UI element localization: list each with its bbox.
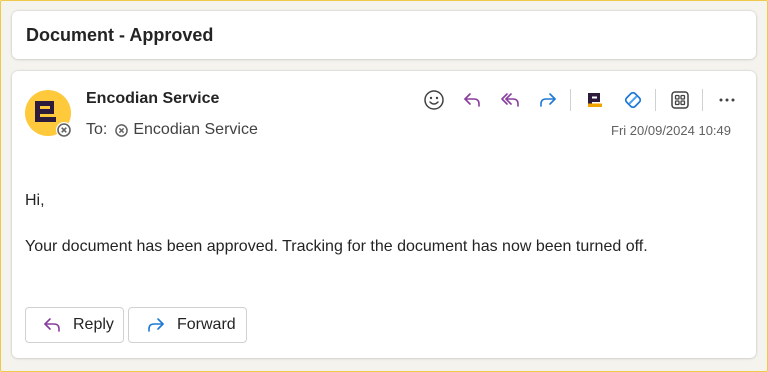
apps-button[interactable] — [666, 87, 694, 113]
toolbar-divider — [702, 89, 703, 111]
reply-button[interactable]: Reply — [25, 307, 124, 343]
window-frame: Document - Approved Encodian Service To: — [0, 0, 768, 372]
encodian-addin-button[interactable] — [581, 87, 609, 113]
encodian-app-icon — [588, 93, 602, 107]
loop-icon — [624, 91, 642, 109]
recipients-row: To: Encodian Service — [86, 121, 258, 139]
body-message: Your document has been approved. Trackin… — [25, 238, 648, 255]
reply-all-icon — [501, 93, 519, 107]
message-toolbar — [420, 87, 751, 113]
forward-label: Forward — [177, 316, 236, 333]
to-label: To: — [86, 121, 108, 138]
more-actions-button[interactable] — [713, 87, 741, 113]
forward-icon — [148, 318, 164, 332]
toolbar-divider — [655, 89, 656, 111]
forward-icon — [540, 93, 556, 107]
sent-date: Fri 20/09/2024 10:49 — [611, 123, 731, 138]
reply-toolbar-button[interactable] — [458, 87, 486, 113]
presence-status-icon — [56, 122, 72, 138]
reply-icon — [44, 318, 60, 332]
forward-button[interactable]: Forward — [128, 307, 247, 343]
more-icon — [719, 98, 735, 102]
reply-label: Reply — [73, 316, 114, 333]
email-message: Encodian Service To: Encodian Service Fr… — [12, 71, 756, 358]
reply-icon — [464, 93, 480, 107]
emoji-icon — [424, 90, 444, 110]
recipient-name[interactable]: Encodian Service — [133, 121, 258, 139]
reply-all-button[interactable] — [496, 87, 524, 113]
toolbar-divider — [570, 89, 571, 111]
email-subject: Document - Approved — [26, 25, 214, 45]
subject-header: Document - Approved — [12, 11, 756, 59]
emoji-button[interactable] — [420, 87, 448, 113]
loop-button[interactable] — [619, 87, 647, 113]
recipient-status-icon — [115, 123, 129, 137]
body-greeting: Hi, — [25, 192, 45, 209]
sender-name[interactable]: Encodian Service — [86, 90, 219, 108]
apps-icon — [671, 91, 689, 109]
forward-toolbar-button[interactable] — [534, 87, 562, 113]
